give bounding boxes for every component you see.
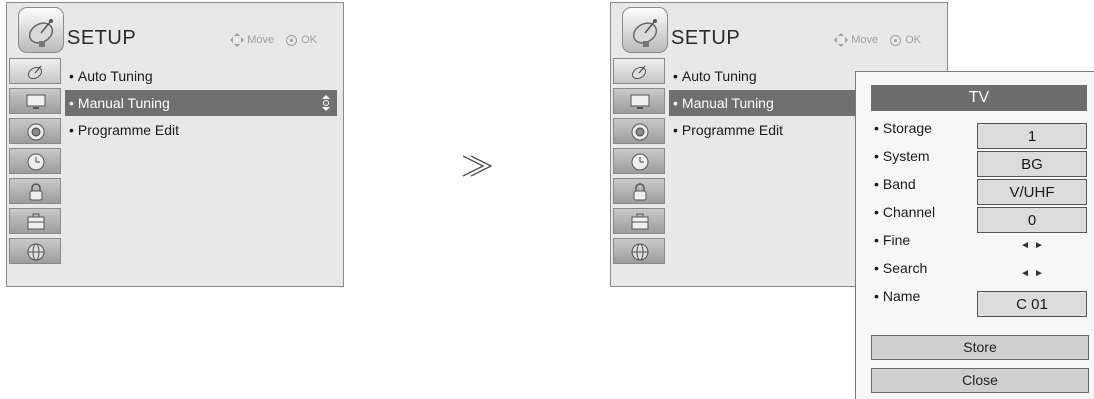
menu-item-manual-tuning[interactable]: • Manual Tuning bbox=[65, 90, 337, 116]
ok-button-icon bbox=[286, 34, 298, 46]
audio-speaker-icon[interactable] bbox=[9, 118, 61, 144]
search-label: • Search bbox=[874, 260, 927, 276]
name-label-text: Name bbox=[882, 288, 921, 304]
bullet: • bbox=[874, 288, 879, 304]
picture-tv-icon[interactable] bbox=[9, 88, 61, 114]
option-briefcase-icon[interactable] bbox=[9, 208, 61, 234]
setup-menu-left: SETUP Move OK • Auto Tuning • Manual Tun… bbox=[6, 2, 344, 287]
menu-header: SETUP Move OK bbox=[7, 3, 343, 58]
nav-hint: Move OK bbox=[230, 33, 317, 47]
lock-icon[interactable] bbox=[613, 178, 665, 204]
network-globe-icon[interactable] bbox=[9, 238, 61, 264]
up-down-indicator-icon bbox=[322, 95, 330, 111]
bullet: • bbox=[874, 176, 879, 192]
move-hint-label: Move bbox=[247, 34, 275, 46]
name-label: • Name bbox=[874, 288, 920, 304]
search-adjuster: ◄ ► bbox=[977, 263, 1087, 285]
storage-label-text: Storage bbox=[882, 120, 932, 136]
band-label-text: Band bbox=[882, 176, 916, 192]
bullet: • bbox=[69, 122, 74, 138]
channel-label: • Channel bbox=[874, 204, 935, 220]
name-value[interactable]: C 01 bbox=[977, 291, 1087, 317]
move-arrows-icon bbox=[230, 33, 245, 47]
setup-satellite-logo-icon bbox=[622, 7, 668, 53]
setup-satellite-icon[interactable] bbox=[613, 58, 665, 84]
menu-item-label: Auto Tuning bbox=[77, 68, 153, 84]
bullet: • bbox=[874, 260, 879, 276]
bullet: • bbox=[673, 95, 678, 111]
menu-item-auto-tuning[interactable]: • Auto Tuning bbox=[65, 63, 337, 89]
band-field: • Band V/UHF bbox=[874, 172, 1089, 205]
nav-hint: Move OK bbox=[834, 33, 921, 47]
system-field: • System BG bbox=[874, 144, 1089, 177]
popup-title: TV bbox=[871, 85, 1087, 111]
audio-speaker-icon[interactable] bbox=[613, 118, 665, 144]
menu-item-list: • Auto Tuning • Manual Tuning • Programme E… bbox=[65, 63, 337, 144]
menu-item-label: Manual Tuning bbox=[681, 95, 774, 111]
fine-left-arrow-icon[interactable]: ◄ bbox=[1020, 240, 1030, 251]
manual-tuning-popup: TV • Storage 1 • System BG • Band V/UHF • Ch… bbox=[855, 71, 1094, 399]
search-left-arrow-icon[interactable]: ◄ bbox=[1020, 268, 1030, 279]
option-briefcase-icon[interactable] bbox=[613, 208, 665, 234]
channel-label-text: Channel bbox=[882, 204, 936, 220]
menu-item-programme-edit[interactable]: • Programme Edit bbox=[65, 117, 337, 143]
fine-right-arrow-icon[interactable]: ► bbox=[1034, 240, 1044, 251]
fine-field: • Fine ◄ ► bbox=[874, 228, 1089, 256]
ok-hint-label: OK bbox=[905, 34, 921, 46]
category-sidebar bbox=[613, 58, 665, 268]
setup-satellite-logo-icon bbox=[18, 7, 64, 53]
network-globe-icon[interactable] bbox=[613, 238, 665, 264]
band-label: • Band bbox=[874, 176, 916, 192]
picture-tv-icon[interactable] bbox=[613, 88, 665, 114]
menu-item-label: Manual Tuning bbox=[77, 95, 170, 111]
menu-title: SETUP bbox=[671, 27, 741, 49]
close-button[interactable]: Close bbox=[871, 368, 1089, 393]
channel-field: • Channel 0 bbox=[874, 200, 1089, 233]
search-label-text: Search bbox=[882, 260, 928, 276]
storage-label: • Storage bbox=[874, 120, 932, 136]
ok-hint-label: OK bbox=[301, 34, 317, 46]
bullet: • bbox=[673, 122, 678, 138]
time-clock-icon[interactable] bbox=[613, 148, 665, 174]
menu-header: SETUP Move OK bbox=[611, 3, 947, 58]
menu-item-label: Programme Edit bbox=[77, 122, 180, 138]
category-sidebar bbox=[9, 58, 61, 268]
system-label: • System bbox=[874, 148, 930, 164]
menu-item-label: Programme Edit bbox=[681, 122, 784, 138]
bullet: • bbox=[69, 95, 74, 111]
store-button[interactable]: Store bbox=[871, 335, 1089, 360]
transition-arrow-icon bbox=[461, 150, 493, 187]
bullet: • bbox=[673, 68, 678, 84]
bullet: • bbox=[69, 68, 74, 84]
name-field: • Name C 01 bbox=[874, 284, 1089, 317]
fine-adjuster: ◄ ► bbox=[977, 235, 1087, 257]
system-label-text: System bbox=[882, 148, 930, 164]
bullet: • bbox=[874, 148, 879, 164]
search-right-arrow-icon[interactable]: ► bbox=[1034, 268, 1044, 279]
menu-item-label: Auto Tuning bbox=[681, 68, 757, 84]
search-field: • Search ◄ ► bbox=[874, 256, 1089, 284]
lock-icon[interactable] bbox=[9, 178, 61, 204]
fine-label: • Fine bbox=[874, 232, 910, 248]
storage-field: • Storage 1 bbox=[874, 116, 1089, 149]
ok-button-icon bbox=[890, 34, 902, 46]
fine-label-text: Fine bbox=[882, 232, 911, 248]
bullet: • bbox=[874, 204, 879, 220]
time-clock-icon[interactable] bbox=[9, 148, 61, 174]
move-arrows-icon bbox=[834, 33, 849, 47]
bullet: • bbox=[874, 232, 879, 248]
setup-satellite-icon[interactable] bbox=[9, 58, 61, 84]
menu-title: SETUP bbox=[67, 27, 137, 49]
move-hint-label: Move bbox=[851, 34, 879, 46]
bullet: • bbox=[874, 120, 879, 136]
